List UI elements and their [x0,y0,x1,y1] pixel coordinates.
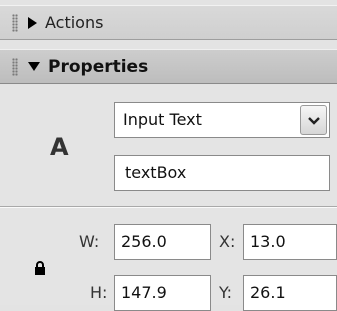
height-input[interactable] [121,283,201,302]
instance-name-input[interactable] [125,163,315,182]
properties-panel-content: A Input Text W: X: H: Y: [0,85,337,311]
dropdown-button[interactable] [300,105,327,135]
y-input[interactable] [250,283,330,302]
actions-panel-header[interactable]: Actions [0,5,337,40]
section-divider [0,206,337,208]
height-field[interactable] [114,275,211,311]
properties-panel-title: Properties [48,56,149,77]
text-tool-icon: A [50,133,69,161]
y-label: Y: [219,283,233,302]
text-type-dropdown[interactable]: Input Text [114,102,330,138]
triangle-down-icon [28,62,40,71]
properties-panel-header[interactable]: Properties [0,49,337,84]
width-input[interactable] [121,232,201,251]
x-label: X: [219,232,236,251]
drag-grip-icon[interactable] [12,57,18,76]
chevron-down-icon [308,117,320,125]
width-field[interactable] [114,224,211,260]
x-field[interactable] [243,224,337,260]
drag-grip-icon[interactable] [12,13,18,32]
height-label: H: [90,283,108,302]
lock-icon[interactable] [34,261,46,275]
triangle-right-icon [28,16,37,29]
width-label: W: [79,232,100,251]
instance-name-field[interactable] [114,155,330,191]
y-field[interactable] [243,275,337,311]
text-type-value: Input Text [123,110,202,129]
x-input[interactable] [250,232,330,251]
actions-panel-title: Actions [45,13,104,32]
